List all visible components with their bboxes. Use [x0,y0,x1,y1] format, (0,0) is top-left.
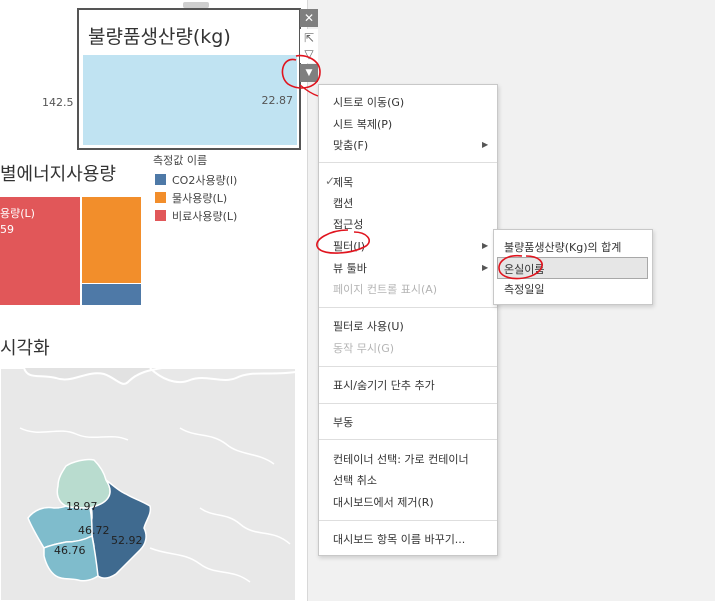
legend-item-fertilizer[interactable]: 비료사용량(L) [155,208,237,224]
bar-value-label: 22.87 [261,94,294,107]
submenu-item-greenhouse-name[interactable]: 온실이름 [504,261,544,277]
legend-swatch [155,192,166,203]
menu-item-caption[interactable]: 캡션 [333,195,353,211]
submenu-item-measure-date[interactable]: 측정일일 [504,281,544,297]
treemap-cell-water[interactable] [82,197,141,283]
sheet-title: 불량품생산량(kg) [88,26,231,48]
map-shapes [0,368,296,601]
menu-item-title-label: 제목 [333,176,354,189]
map-view[interactable]: 18.97 46.72 52.92 46.76 [0,368,296,601]
treemap-cell-name: 용량(L) [0,207,35,220]
treemap-cell-value: 59 [0,223,14,236]
submenu-item-defect-sum[interactable]: 불량품생산량(Kg)의 합계 [504,239,621,255]
menu-item-floating[interactable]: 부동 [333,414,353,430]
legend-label: 물사용량(L) [172,192,228,205]
menu-item-title[interactable]: ✓ 제목 [325,174,354,190]
treemap-cell-label: 용량(L) 59 [0,206,35,238]
legend-item-co2[interactable]: CO2사용량(l) [155,172,237,188]
selected-sheet-container[interactable]: 불량품생산량(kg) 22.87 [77,2,301,150]
map-value-label: 52.92 [111,534,143,547]
menu-item-remove-from-dashboard[interactable]: 대시보드에서 제거(R) [333,494,434,510]
menu-separator [319,403,497,404]
menu-separator [319,162,497,163]
context-menu: 시트로 이동(G) 시트 복제(P) 맞춤(F) ▶ ✓ 제목 캡션 접근성 필터… [318,84,498,556]
menu-separator [319,366,497,367]
menu-item-ignore-actions: 동작 무시(G) [333,342,395,355]
menu-item-view-toolbar[interactable]: 뷰 툴바 [333,260,367,276]
menu-item-accessibility[interactable]: 접근성 [333,216,363,232]
menu-item-add-show-hide-button[interactable]: 표시/숨기기 단추 추가 [333,377,435,393]
menu-item-rename-dashboard-item[interactable]: 대시보드 항목 이름 바꾸기... [333,531,465,547]
legend-swatch [155,174,166,185]
menu-item-deselect[interactable]: 선택 취소 [333,472,377,488]
filter-submenu: 불량품생산량(Kg)의 합계 온실이름 측정일일 [493,229,653,305]
menu-item-duplicate-sheet[interactable]: 시트 복제(P) [333,116,392,132]
legend-label: CO2사용량(l) [172,174,238,187]
submenu-arrow-icon: ▶ [482,263,489,272]
use-as-filter-icon[interactable]: ▽ [300,45,318,63]
map-value-label: 46.72 [78,524,110,537]
menu-separator [319,520,497,521]
menu-item-select-container[interactable]: 컨테이너 선택: 가로 컨테이너 [333,451,469,467]
menu-item-page-controls: 페이지 컨트롤 표시(A) [333,283,438,296]
axis-value-label: 142.5 [42,96,74,109]
drag-handle[interactable] [183,2,209,8]
more-options-dropdown-icon[interactable]: ▼ [300,64,318,82]
legend-label: 비료사용량(L) [172,210,238,223]
submenu-arrow-icon: ▶ [482,241,489,250]
menu-separator [319,439,497,440]
map-value-label: 18.97 [66,500,98,513]
legend-title: 측정값 이름 [153,154,208,167]
submenu-arrow-icon: ▶ [482,140,489,149]
check-icon: ✓ [325,174,336,188]
dashboard-edge [300,0,308,601]
legend-item-water[interactable]: 물사용량(L) [155,190,227,206]
treemap-cell-co2[interactable] [82,284,141,305]
treemap-title: 별에너지사용량 [0,164,116,185]
menu-item-use-as-filter[interactable]: 필터로 사용(U) [333,318,404,334]
legend-swatch [155,210,166,221]
menu-item-filter[interactable]: 필터(I) [333,238,365,254]
map-title: 시각화 [0,338,50,359]
menu-item-fit[interactable]: 맞춤(F) [333,137,368,153]
map-value-label: 46.76 [54,544,86,557]
close-icon[interactable]: ✕ [300,9,318,27]
menu-separator [319,307,497,308]
menu-item-move-to-sheet[interactable]: 시트로 이동(G) [333,94,404,110]
